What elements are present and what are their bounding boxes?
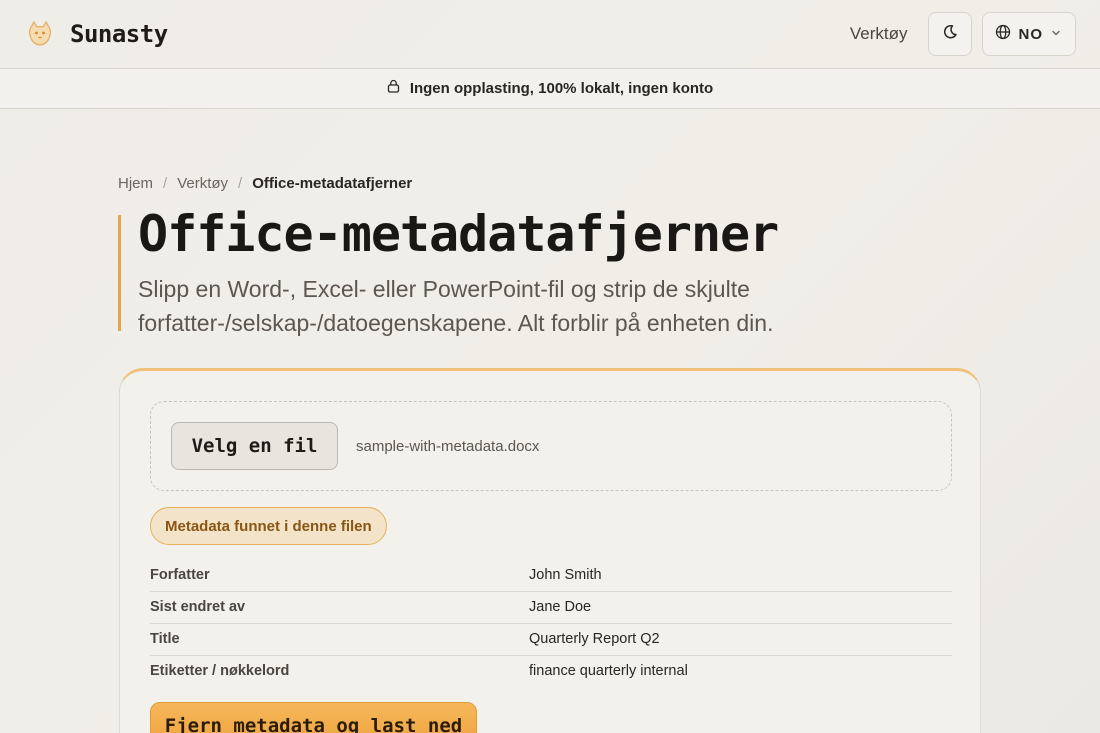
top-header: Sunasty Verktøy NO — [0, 0, 1100, 68]
page-subtitle: Slipp en Word-, Excel- eller PowerPoint-… — [138, 276, 774, 336]
metadata-found-badge: Metadata funnet i denne filen — [150, 507, 387, 545]
selected-file-name: sample-with-metadata.docx — [356, 437, 540, 455]
metadata-key: Forfatter — [150, 566, 210, 583]
metadata-key: Title — [150, 622, 529, 655]
page-title: Office-metadatafjerner — [138, 205, 779, 263]
breadcrumb-current: Office-metadatafjerner — [252, 175, 413, 192]
chevron-down-icon — [1051, 25, 1061, 43]
breadcrumb-home[interactable]: Hjem — [118, 175, 153, 192]
metadata-value: John Smith — [529, 566, 602, 583]
banner-text: Ingen opplasting, 100% lokalt, ingen kon… — [409, 80, 714, 97]
metadata-key: Etiketter / nøkkelord — [150, 654, 529, 687]
privacy-banner: Ingen opplasting, 100% lokalt, ingen kon… — [0, 68, 1100, 109]
hero: Office-metadatafjerner Slipp en Word-, E… — [118, 205, 878, 336]
moon-icon — [942, 24, 958, 45]
breadcrumb-separator: / — [163, 175, 168, 192]
table-row: Forfatter John Smith — [150, 559, 952, 591]
table-row: Title Quarterly Report Q2 — [150, 622, 952, 655]
lock-icon — [387, 79, 400, 98]
theme-toggle-button[interactable] — [927, 12, 972, 56]
brand[interactable]: Sunasty — [24, 18, 168, 50]
tool-card: Velg en fil sample-with-metadata.docx Me… — [119, 368, 981, 733]
table-row: Sist endret av Jane Doe — [150, 590, 952, 623]
metadata-value: Jane Doe — [529, 590, 952, 623]
nav-tools-link[interactable]: Verktøy — [850, 24, 908, 44]
metadata-value: Quarterly Report Q2 — [529, 622, 952, 655]
header-actions: Verktøy NO — [850, 12, 1076, 56]
brand-name: Sunasty — [70, 20, 168, 48]
language-code: NO — [1018, 25, 1043, 43]
table-row: Etiketter / nøkkelord finance quarterly … — [150, 654, 952, 687]
metadata-value: finance quarterly internal — [529, 654, 952, 687]
globe-icon — [995, 24, 1011, 45]
choose-file-button[interactable]: Velg en fil — [171, 422, 338, 470]
cat-icon — [24, 18, 56, 50]
metadata-table: Forfatter John Smith Sist endret av Jane… — [150, 559, 952, 687]
metadata-key: Sist endret av — [150, 590, 529, 623]
breadcrumb-tools[interactable]: Verktøy — [177, 175, 228, 192]
file-dropzone[interactable]: Velg en fil sample-with-metadata.docx — [150, 401, 952, 491]
language-select-button[interactable]: NO — [981, 12, 1076, 56]
remove-metadata-download-button[interactable]: Fjern metadata og last ned — [150, 702, 477, 733]
breadcrumb: Hjem / Verktøy / Office-metadatafjerner — [118, 175, 412, 192]
breadcrumb-separator: / — [238, 175, 243, 192]
